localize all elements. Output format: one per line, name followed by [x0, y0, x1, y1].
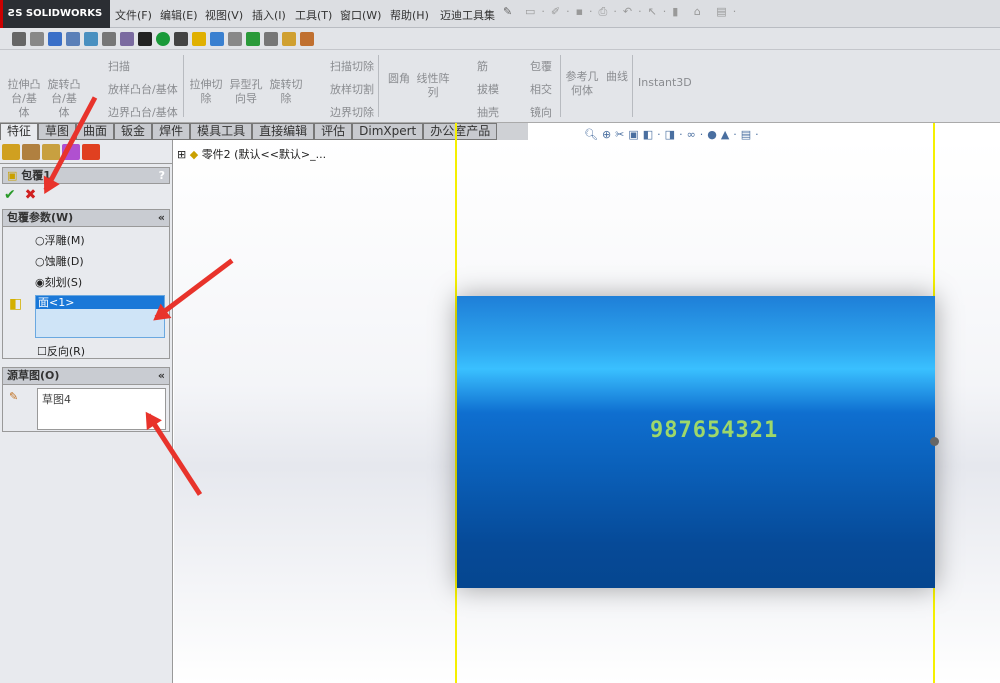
radio-icon: ○ [35, 255, 45, 268]
fillet-button[interactable]: 圆角 [384, 72, 414, 86]
shell-button[interactable]: 抽壳 [477, 104, 499, 120]
radio-checked-icon: ◉ [35, 276, 45, 289]
expand-icon[interactable]: ⊞ [177, 148, 186, 161]
feature-manager-tab-icon[interactable] [2, 144, 20, 160]
tab-direct-editing[interactable]: 直接编辑 [252, 123, 315, 140]
radio-icon: ○ [35, 234, 45, 247]
wrap-sketch-text: 987654321 [650, 418, 779, 443]
menu-edit[interactable]: 编辑(E) [160, 7, 198, 23]
instant3d-button[interactable]: Instant3D [638, 76, 692, 89]
quick-access-icons[interactable]: ▭·✐·▪·⎙·↶·↖·▮ ⌂ ▤· [525, 5, 742, 19]
feature-title-bar: ▣ 包覆1 ? [2, 167, 170, 184]
face-selection-box[interactable]: 面<1> [35, 295, 165, 338]
menu-bar: ƧS SOLIDWORKS 文件(F) 编辑(E) 视图(V) 插入(I) 工具… [0, 0, 1000, 28]
extrude-cut-button[interactable]: 拉伸切除 [188, 78, 224, 106]
menu-window[interactable]: 窗口(W) [340, 7, 381, 23]
revolve-cut-button[interactable]: 旋转切除 [268, 78, 304, 106]
reference-geometry-button[interactable]: 参考几何体 [564, 70, 600, 98]
tab-mold-tools[interactable]: 模具工具 [190, 123, 253, 140]
hole-wizard-button[interactable]: 异型孔向导 [228, 78, 264, 106]
group-header: 包覆参数(W) [7, 211, 74, 224]
collapse-icon[interactable]: « [158, 368, 169, 384]
ds-logo-icon: ƧS [8, 8, 26, 19]
command-manager-ribbon: 拉伸凸台/基体 旋转凸台/基体 扫描 放样凸台/基体 边界凸台/基体 拉伸切除 … [0, 50, 1000, 123]
tab-evaluate[interactable]: 评估 [314, 123, 353, 140]
menu-insert[interactable]: 插入(I) [252, 7, 286, 23]
draft-button[interactable]: 拔模 [477, 81, 499, 97]
curves-button[interactable]: 曲线 [603, 70, 631, 84]
boundary-boss-button[interactable]: 边界凸台/基体 [108, 104, 178, 120]
property-manager-tab-icon[interactable] [22, 144, 40, 160]
ok-check-icon[interactable]: ✔ [4, 187, 16, 203]
radio-scribe[interactable]: ◉刻划(S) [35, 274, 82, 290]
intersect-button[interactable]: 相交 [530, 81, 552, 97]
reverse-checkbox[interactable]: ☐反向(R) [37, 343, 85, 359]
display-manager-tab-icon[interactable] [82, 144, 100, 160]
tab-sheet-metal[interactable]: 钣金 [114, 123, 153, 140]
boundary-cut-button[interactable]: 边界切除 [330, 104, 374, 120]
wrap-button[interactable]: 包覆 [530, 58, 552, 74]
part-icon: ◆ [189, 148, 199, 161]
revolve-boss-button[interactable]: 旋转凸台/基体 [46, 78, 82, 120]
feature-tree-root[interactable]: ⊞ ◆ 零件2 (默认<<默认>_... [177, 146, 326, 162]
sweep-cut-button[interactable]: 扫描切除 [330, 58, 374, 74]
tab-weldments[interactable]: 焊件 [152, 123, 191, 140]
configuration-tab-icon[interactable] [42, 144, 60, 160]
help-button[interactable]: ? [159, 168, 169, 183]
wrap-parameters-group: 包覆参数(W) « ○浮雕(M) ○蚀雕(D) ◉刻划(S) ◧ 面<1> ☐反向… [2, 209, 170, 359]
mirror-button[interactable]: 镜向 [530, 104, 552, 120]
pin-icon[interactable]: ✎ [503, 5, 512, 18]
face-selection-icon: ◧ [9, 296, 23, 312]
menu-file[interactable]: 文件(F) [115, 7, 152, 23]
radio-emboss[interactable]: ○浮雕(M) [35, 232, 85, 248]
heads-up-view-toolbar[interactable]: 🔍︎⊕✂▣◧·◨·∞·●▲·▤· [584, 128, 763, 141]
checkbox-icon: ☐ [37, 345, 47, 358]
collapse-icon[interactable]: « [158, 210, 169, 226]
rib-button[interactable]: 筋 [477, 58, 488, 74]
cancel-x-icon[interactable]: ✖ [25, 187, 37, 203]
wrap-feature-icon: ▣ [7, 169, 18, 182]
secondary-toolbar [0, 28, 1000, 50]
handle-dot[interactable] [930, 437, 939, 446]
menu-help[interactable]: 帮助(H) [390, 7, 429, 23]
menu-view[interactable]: 视图(V) [205, 7, 243, 23]
tab-features[interactable]: 特征 [0, 123, 39, 140]
menu-tools[interactable]: 工具(T) [295, 7, 332, 23]
menu-maidi-tools[interactable]: 迈迪工具集 [440, 7, 495, 23]
loft-button[interactable]: 放样凸台/基体 [108, 81, 178, 97]
tab-office-products[interactable]: 办公室产品 [423, 123, 498, 140]
sweep-button[interactable]: 扫描 [108, 58, 130, 74]
solidworks-logo[interactable]: ƧS SOLIDWORKS [0, 0, 110, 28]
group-header: 源草图(O) [7, 369, 60, 382]
loft-cut-button[interactable]: 放样切割 [330, 81, 374, 97]
sketch-icon: ✎ [9, 390, 19, 403]
extrude-boss-button[interactable]: 拉伸凸台/基体 [6, 78, 42, 120]
linear-pattern-button[interactable]: 线性阵列 [414, 72, 452, 100]
radio-deboss[interactable]: ○蚀雕(D) [35, 253, 84, 269]
selected-face-item[interactable]: 面<1> [36, 296, 164, 309]
tab-dimxpert[interactable]: DimXpert [352, 123, 424, 140]
